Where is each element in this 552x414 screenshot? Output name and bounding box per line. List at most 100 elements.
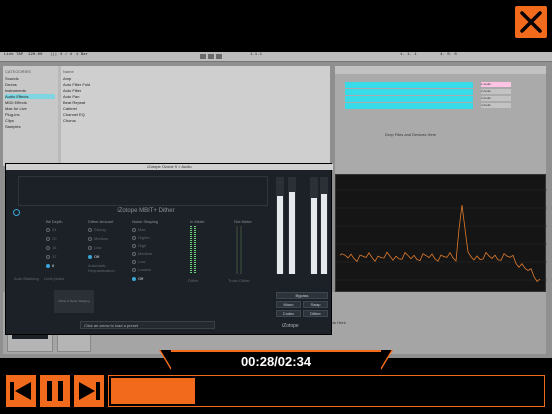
dither-module-slot[interactable]: Dither & Noise Shaping — [54, 290, 94, 313]
dither-amount-option[interactable]: Strong — [88, 227, 106, 232]
category-item[interactable]: MIDI Effects — [5, 100, 27, 105]
output-meter-l — [276, 177, 284, 274]
dither-amount-option[interactable]: Low — [88, 245, 101, 250]
noise-shaping-option[interactable]: Low — [132, 259, 145, 264]
category-item[interactable]: Sounds — [5, 76, 19, 81]
link-label[interactable]: Link — [4, 53, 14, 57]
bypass-button[interactable]: Bypass — [276, 292, 328, 299]
category-item[interactable]: Drums — [5, 82, 17, 87]
category-item-selected[interactable]: Audio Effects — [5, 94, 55, 99]
tempo-value[interactable]: 120.00 — [28, 53, 42, 57]
track-header[interactable]: 3 Audio — [481, 96, 511, 101]
power-icon[interactable] — [13, 209, 20, 216]
list-item[interactable]: Auto Filter Fold — [63, 82, 90, 87]
daw-screenshot: Link TAP 120.00 ||| 4 / 4 1 Bar 1.1.1 1.… — [0, 52, 552, 358]
spectrum-graph — [336, 189, 547, 282]
playback-time: 00:28/02:34 — [240, 354, 312, 369]
output-meter-r — [288, 177, 296, 274]
list-item[interactable]: Beat Repeat — [63, 100, 85, 105]
noise-shaping-option[interactable]: High — [132, 243, 146, 248]
plugin-window: iZotope Ozone 9 > Audio iZotope MBIT+ Di… — [5, 163, 333, 335]
bit-depth-option-selected[interactable]: 8 — [46, 263, 54, 268]
out-meter-label: Out Meter — [234, 219, 252, 224]
list-item[interactable]: Channel EQ — [63, 112, 85, 117]
skip-forward-icon — [79, 382, 100, 400]
bit-depth-option[interactable]: 16 — [46, 245, 56, 250]
track-header[interactable]: 2 Audio — [481, 89, 511, 94]
bit-depth-option[interactable]: 24 — [46, 227, 56, 232]
izotope-logo: iZotope — [282, 323, 299, 329]
record-icon[interactable] — [216, 54, 222, 59]
requantization-checkbox[interactable]: Automatic Requantization — [88, 263, 122, 273]
tap-label[interactable]: TAP — [16, 53, 23, 57]
pause-icon — [47, 381, 63, 401]
out-meter-right — [240, 226, 242, 274]
output-meter-l2 — [310, 177, 318, 274]
position-value[interactable]: 1.1.1 — [250, 53, 262, 57]
signature-value[interactable]: 4 / 4 — [60, 53, 72, 57]
noise-shaping-option[interactable]: Lowest — [132, 267, 151, 272]
list-item[interactable]: Amp — [63, 76, 71, 81]
mono-button[interactable]: Mono — [276, 301, 301, 308]
bit-depth-option[interactable]: 12 — [46, 254, 56, 259]
arrangement-ruler[interactable] — [335, 66, 546, 74]
preset-bar[interactable]: Click an arrow to load a preset — [80, 321, 215, 329]
track-header[interactable]: 1 Audio — [481, 82, 511, 87]
video-player: Link TAP 120.00 ||| 4 / 4 1 Bar 1.1.1 1.… — [0, 0, 552, 414]
name-column-header[interactable]: Name — [63, 69, 74, 74]
spectrum-trace — [339, 204, 541, 282]
category-item[interactable]: Instruments — [5, 88, 26, 93]
codec-button[interactable]: Codec — [276, 310, 301, 317]
skip-back-icon — [10, 382, 31, 400]
list-item[interactable]: Auto Pan — [63, 94, 79, 99]
dither-button[interactable]: Dither — [303, 310, 328, 317]
track-clip[interactable] — [345, 103, 473, 109]
play-icon[interactable] — [200, 54, 206, 59]
plugin-title: iZotope Ozone 9 > Audio — [6, 164, 333, 170]
pause-button[interactable] — [40, 375, 70, 407]
dither-amount-option-selected[interactable]: Off — [88, 254, 99, 259]
output-meter-r2 — [320, 177, 328, 274]
track-clip[interactable] — [345, 89, 473, 95]
noise-shaping-option-selected[interactable]: Off — [132, 276, 143, 281]
category-item[interactable]: Plug-ins — [5, 112, 19, 117]
category-item[interactable]: Samples — [5, 124, 21, 129]
track-clip[interactable] — [345, 82, 473, 88]
category-item[interactable]: Max for Live — [5, 106, 27, 111]
skip-forward-button[interactable] — [74, 375, 104, 407]
close-x-icon — [520, 11, 542, 33]
dither-amount-option[interactable]: Medium — [88, 236, 108, 241]
item-list: Name Amp Auto Filter Fold Auto Filter Au… — [61, 66, 330, 166]
noise-shaping-option[interactable]: Medium — [132, 251, 152, 256]
category-list: CATEGORIES Sounds Drums Instruments Audi… — [3, 66, 58, 166]
metronome-label[interactable]: ||| — [50, 53, 57, 57]
skip-back-button[interactable] — [6, 375, 36, 407]
noise-shaping-header: Noise Shaping — [132, 219, 159, 224]
list-item[interactable]: Auto Filter — [63, 88, 81, 93]
quantize-value[interactable]: 1 Bar — [76, 53, 88, 57]
dither-amount-header: Dither Amount — [88, 219, 114, 224]
noise-shaping-option[interactable]: Higher — [132, 235, 150, 240]
time-display: 00:28/02:34 — [159, 350, 393, 370]
progress-bar[interactable] — [108, 375, 545, 407]
category-item[interactable]: Clips — [5, 118, 14, 123]
track-clip[interactable] — [345, 96, 473, 102]
close-button[interactable] — [515, 6, 547, 38]
loop-start-value[interactable]: 1. 1. 1 — [400, 53, 417, 57]
track-header[interactable]: 4 Audio — [481, 103, 511, 108]
spectrum-analyzer — [335, 174, 547, 292]
dither-graph — [18, 176, 268, 206]
list-item[interactable]: Chorus — [63, 118, 76, 123]
dither-footer: Dither — [188, 278, 199, 283]
stop-icon[interactable] — [208, 54, 214, 59]
noise-shaping-option[interactable]: Max — [132, 227, 146, 232]
loop-length-value[interactable]: 4. 0. 0 — [440, 53, 457, 57]
bit-depth-option[interactable]: 20 — [46, 236, 56, 241]
progress-fill — [111, 378, 196, 404]
out-meter-left — [236, 226, 238, 274]
swap-button[interactable]: Swap — [303, 301, 328, 308]
auto-blanking-checkbox[interactable]: Auto Blanking — [14, 276, 39, 281]
transport-toolbar: Link TAP 120.00 ||| 4 / 4 1 Bar 1.1.1 1.… — [0, 52, 552, 62]
limit-peaks-checkbox[interactable]: Limit peaks — [44, 276, 64, 281]
list-item[interactable]: Cabinet — [63, 106, 77, 111]
